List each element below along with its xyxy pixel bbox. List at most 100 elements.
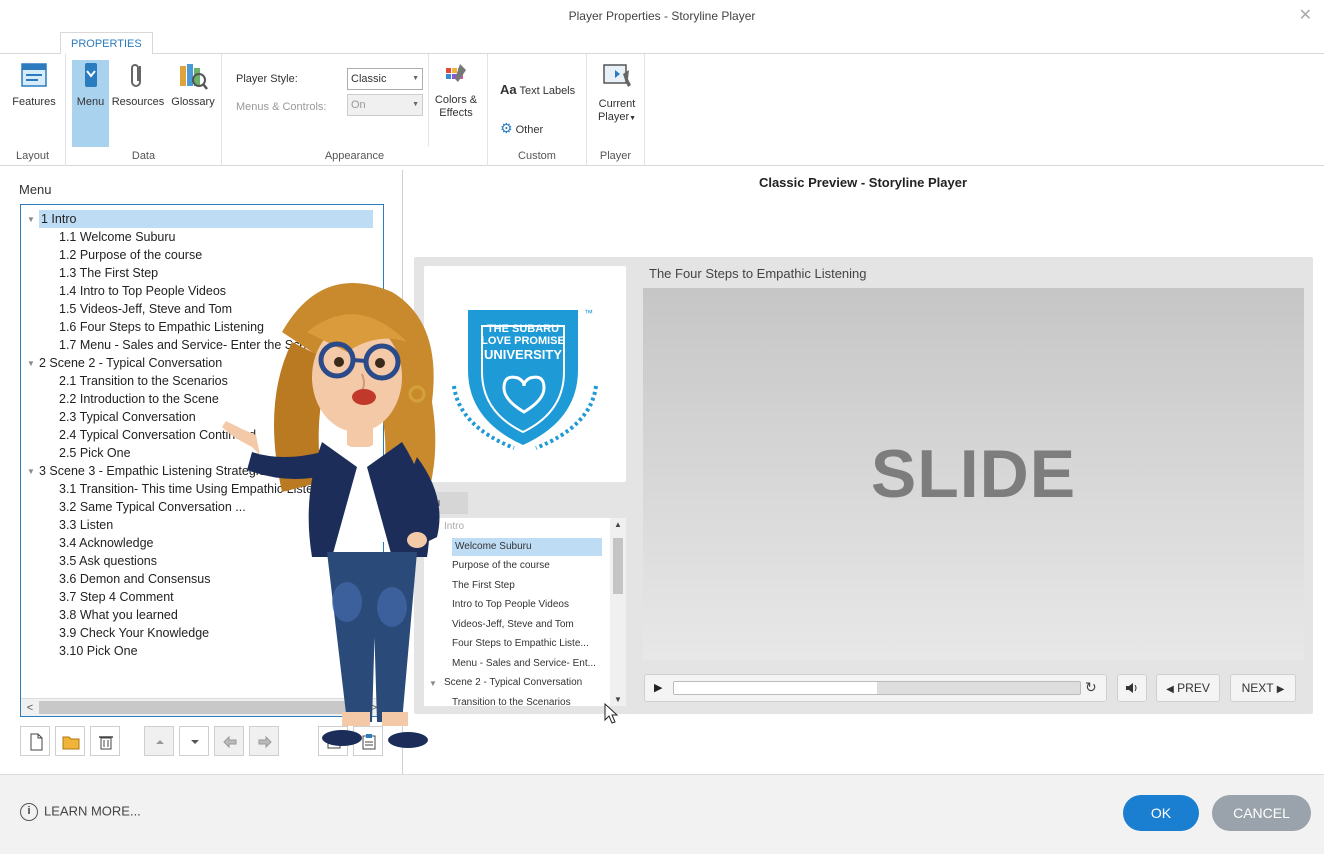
svg-text:THE SUBARU: THE SUBARU — [487, 323, 559, 335]
tree-slide-item[interactable]: 2.1 Transition to the Scenarios — [59, 372, 228, 390]
replay-icon[interactable]: ↻ — [1085, 679, 1097, 696]
seekbar-track[interactable] — [673, 681, 1081, 695]
features-icon — [18, 60, 50, 92]
title-bar: Player Properties - Storyline Player ✕ — [0, 0, 1324, 32]
expand-toggle-icon[interactable]: ▼ — [27, 215, 35, 224]
chevron-down-icon: ▼ — [412, 101, 419, 108]
group-label-player: Player — [599, 150, 632, 162]
tab-properties[interactable]: PROPERTIES — [60, 32, 153, 55]
group-custom: Aa Text Labels ⚙ Other Custom — [488, 54, 587, 166]
arrow-up-icon — [156, 740, 164, 744]
info-icon: i — [20, 803, 38, 821]
text-labels-icon: Aa — [500, 82, 517, 97]
window-title: Player Properties - Storyline Player — [568, 9, 756, 23]
tree-slide-item[interactable]: 3.9 Check Your Knowledge — [59, 624, 209, 642]
menus-controls-label: Menus & Controls: — [236, 101, 327, 113]
resources-button[interactable]: Resources — [110, 60, 166, 108]
text-labels-button[interactable]: Aa Text Labels — [500, 82, 575, 97]
scroll-up-icon[interactable]: ▲ — [610, 520, 626, 529]
svg-text:UNIVERSITY: UNIVERSITY — [484, 347, 562, 362]
move-up-button[interactable] — [144, 726, 174, 756]
tree-slide-item[interactable]: 2.3 Typical Conversation — [59, 408, 196, 426]
close-icon[interactable]: ✕ — [1299, 0, 1312, 32]
move-down-button[interactable] — [179, 726, 209, 756]
features-button[interactable]: Features — [8, 60, 60, 108]
paperclip-icon — [122, 60, 154, 92]
palette-icon — [440, 60, 472, 92]
next-button[interactable]: NEXT ▶ — [1230, 674, 1296, 702]
arrow-down-icon — [191, 740, 199, 744]
tree-slide-item[interactable]: 3.8 What you learned — [59, 606, 178, 624]
slide-placeholder-text: SLIDE — [870, 436, 1077, 512]
prev-button[interactable]: ◀ PREV — [1156, 674, 1220, 702]
colors-effects-button[interactable]: Colors & Effects — [430, 60, 482, 120]
separator — [428, 54, 429, 146]
expand-toggle-icon[interactable]: ▼ — [27, 467, 35, 476]
menus-controls-dropdown[interactable]: On ▼ — [347, 94, 423, 116]
mouse-cursor-icon — [604, 703, 618, 724]
tree-slide-item[interactable]: 2.5 Pick One — [59, 444, 131, 462]
scrollbar-thumb[interactable] — [613, 538, 623, 594]
ribbon: Features Layout Menu Resources Glossary … — [0, 54, 1324, 166]
slide-title: The Four Steps to Empathic Listening — [649, 266, 867, 281]
learn-more-link[interactable]: i LEARN MORE... — [20, 803, 141, 821]
menu-icon — [75, 60, 107, 92]
tree-slide-item[interactable]: 1.5 Videos-Jeff, Steve and Tom — [59, 300, 232, 318]
tree-slide-item[interactable]: 1.4 Intro to Top People Videos — [59, 282, 226, 300]
glossary-icon — [177, 60, 209, 92]
volume-button[interactable] — [1117, 674, 1147, 702]
expand-toggle-icon[interactable]: ▼ — [27, 359, 35, 368]
player-icon — [601, 60, 633, 92]
current-player-button[interactable]: Current Player▼ — [591, 60, 643, 125]
chevron-down-icon: ▼ — [629, 115, 637, 122]
tree-slide-item[interactable]: 3.10 Pick One — [59, 642, 138, 660]
delete-button[interactable] — [90, 726, 120, 756]
preview-title: Classic Preview - Storyline Player — [758, 175, 968, 190]
trash-icon — [99, 736, 113, 750]
ribbon-tab-strip: PROPERTIES — [0, 32, 1324, 55]
chevron-left-icon: ◀ — [1166, 684, 1174, 695]
menu-panel-title: Menu — [19, 182, 52, 197]
tree-slide-item[interactable]: 1.1 Welcome Suburu — [59, 228, 176, 246]
gear-icon: ⚙ — [500, 120, 513, 136]
menu-button[interactable]: Menu — [72, 60, 109, 147]
preview-menu-scrollbar[interactable]: ▲ ▼ — [610, 518, 626, 706]
presenter-character-image — [222, 283, 440, 748]
scroll-left-icon[interactable]: < — [21, 699, 39, 716]
folder-icon — [62, 736, 80, 750]
player-style-label: Player Style: — [236, 73, 298, 85]
chevron-right-icon: ▶ — [1276, 684, 1285, 695]
chevron-down-icon: ▼ — [412, 75, 419, 82]
open-folder-button[interactable] — [55, 726, 85, 756]
dialog-footer: i LEARN MORE... OK CANCEL — [0, 774, 1324, 854]
group-player: Current Player▼ Player — [587, 54, 645, 166]
tree-slide-item[interactable]: 1.2 Purpose of the course — [59, 246, 202, 264]
svg-text:LOVE PROMISE: LOVE PROMISE — [481, 335, 565, 347]
group-label-custom: Custom — [518, 150, 556, 162]
other-button[interactable]: ⚙ Other — [500, 120, 543, 137]
tree-slide-item[interactable]: 2.2 Introduction to the Scene — [59, 390, 219, 408]
tree-slide-item[interactable]: 3.6 Demon and Consensus — [59, 570, 210, 588]
group-layout: Features Layout — [0, 54, 66, 166]
tree-slide-item[interactable]: 3.4 Acknowledge — [59, 534, 154, 552]
seekbar-progress — [674, 682, 877, 694]
glossary-button[interactable]: Glossary — [168, 60, 218, 108]
tree-slide-item[interactable]: 3.3 Listen — [59, 516, 113, 534]
slide-area: SLIDE — [643, 288, 1304, 660]
player-style-dropdown[interactable]: Classic ▼ — [347, 68, 423, 90]
cancel-button[interactable]: CANCEL — [1212, 795, 1311, 831]
tree-slide-item[interactable]: 3.5 Ask questions — [59, 552, 157, 570]
group-label-appearance: Appearance — [324, 150, 385, 162]
tree-scene-item[interactable]: 1 Intro — [39, 210, 373, 228]
ok-button[interactable]: OK — [1123, 795, 1199, 831]
group-label-data: Data — [131, 150, 156, 162]
new-page-icon — [30, 733, 43, 751]
tree-slide-item[interactable]: 1.3 The First Step — [59, 264, 158, 282]
tree-slide-item[interactable]: 3.7 Step 4 Comment — [59, 588, 174, 606]
group-label-layout: Layout — [15, 150, 50, 162]
new-item-button[interactable] — [20, 726, 50, 756]
tree-scene-item[interactable]: 2 Scene 2 - Typical Conversation — [39, 354, 222, 372]
group-data: Menu Resources Glossary Data — [66, 54, 222, 166]
group-appearance: Player Style: Classic ▼ Menus & Controls… — [222, 54, 488, 166]
play-icon[interactable]: ▶ — [654, 681, 662, 694]
